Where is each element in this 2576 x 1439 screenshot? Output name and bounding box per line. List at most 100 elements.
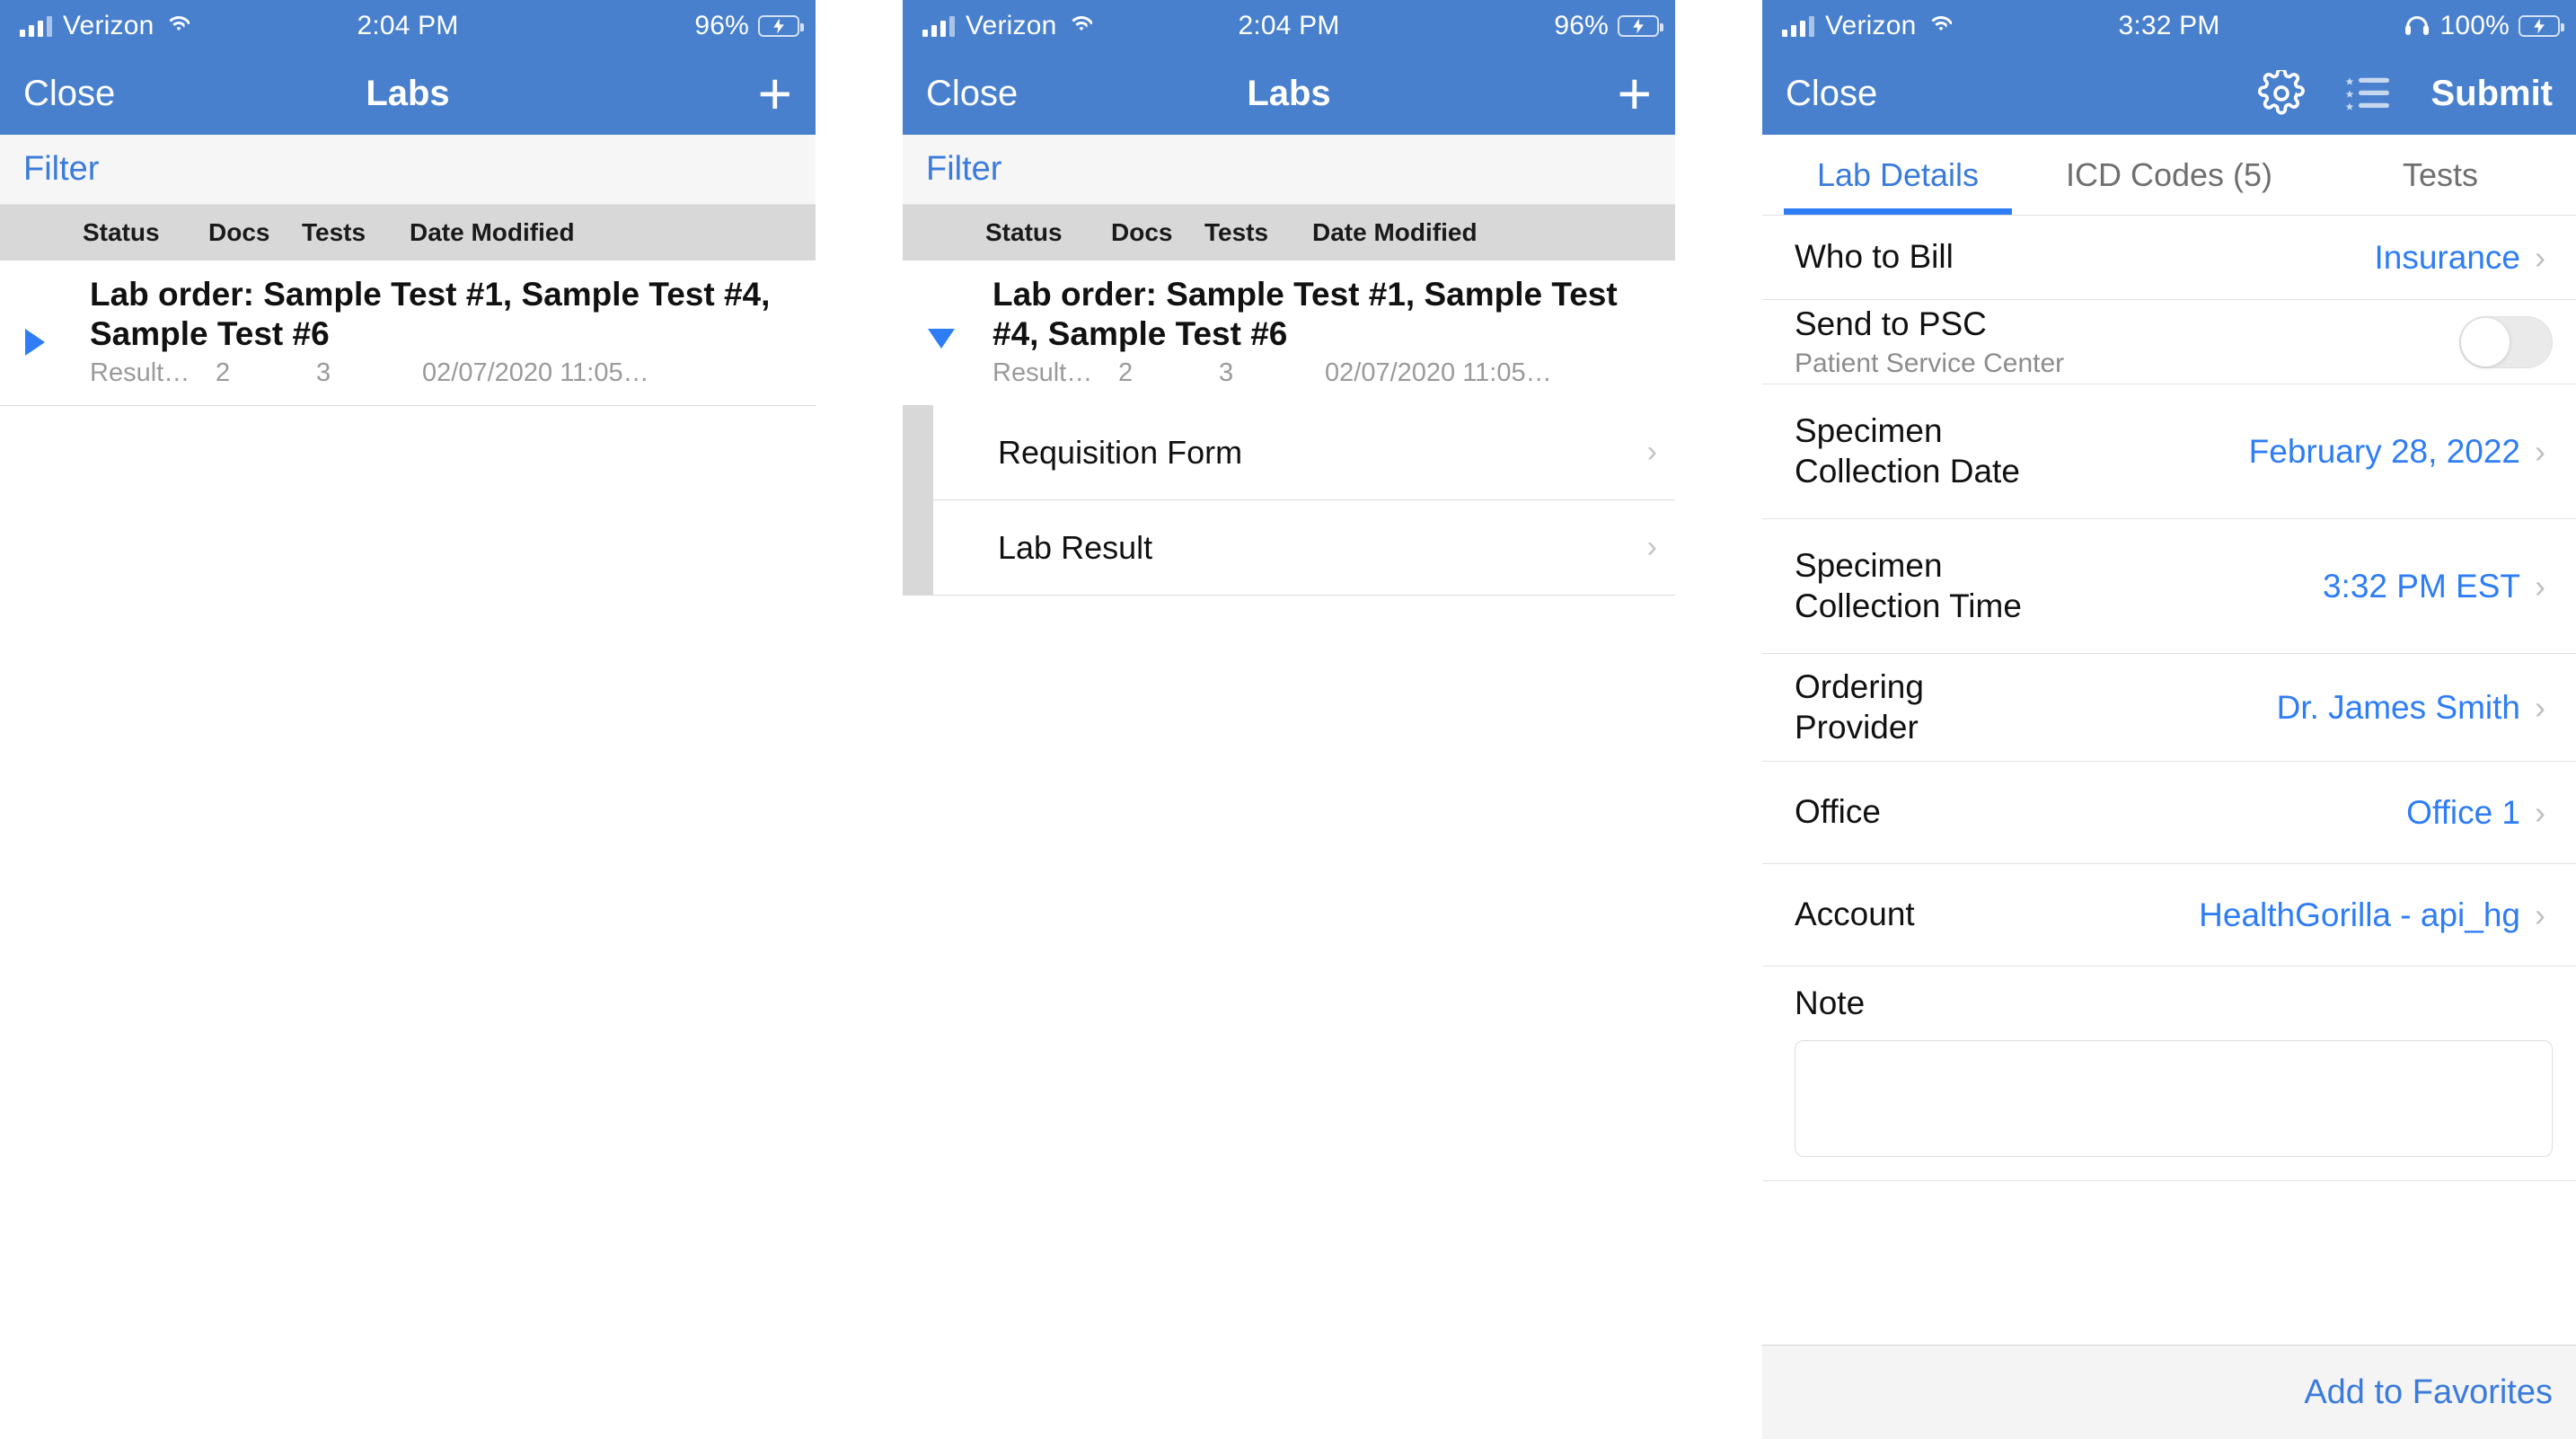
form-label: Send to PSC [1795,305,1987,343]
form-row-specimen-collection-time[interactable]: Specimen Collection Time 3:32 PM EST › [1762,519,2576,654]
battery-charging-icon [758,15,804,37]
form-row-who-to-bill[interactable]: Who to Bill Insurance › [1762,216,2576,300]
column-header-docs: Docs [208,218,270,246]
carrier-label: Verizon [1825,11,1917,40]
form-value: HealthGorilla - api_hg [2199,896,2520,933]
nav-bar: Close Labs + [903,52,1675,135]
form-value: 3:32 PM EST [2322,567,2520,605]
filter-bar[interactable]: Filter [0,135,816,205]
form-row-office[interactable]: Office Office 1 › [1762,762,2576,864]
nav-bar-right: + [757,64,792,123]
cell-tests: 3 [1219,358,1234,388]
filter-button[interactable]: Filter [926,150,1001,189]
carrier-label: Verizon [966,11,1057,40]
table-header: Status Docs Tests Date Modified [903,205,1675,260]
caret-down-icon[interactable] [928,329,955,349]
panel-labs-expanded: Verizon 2:04 PM 96% Close Labs + Filter [903,0,1675,1439]
table-row[interactable]: Lab order: Sample Test #1, Sample Test #… [903,260,1675,406]
form-row-account[interactable]: Account HealthGorilla - api_hg › [1762,864,2576,967]
cellular-bars-icon [20,15,52,37]
toggle-knob [2461,317,2510,366]
form-sublabel: Patient Service Center [1795,348,2065,378]
panel-lab-details: Verizon 3:32 PM 100% Close Submit Lab De… [1762,0,2576,1439]
form-row-ordering-provider[interactable]: Ordering Provider Dr. James Smith › [1762,654,2576,762]
cell-status: Result… [992,358,1093,388]
plus-icon[interactable]: + [1617,64,1652,123]
panel-labs-collapsed: Verizon 2:04 PM 96% Close Labs + Filter [0,0,816,1439]
status-bar: Verizon 2:04 PM 96% [0,0,816,52]
column-header-status: Status [83,218,160,246]
star-list-icon[interactable] [2344,73,2391,114]
bolt-icon [1633,18,1644,34]
form-label: Who to Bill [1795,238,1954,276]
gear-icon[interactable] [2258,70,2306,117]
lab-order-meta: Result… 2 3 02/07/2020 11:05… [90,358,816,393]
cellular-bars-icon [1782,15,1814,37]
tab-icd-codes[interactable]: ICD Codes (5) [2033,135,2305,215]
nav-bar: Close Labs + [0,52,816,135]
status-bar: Verizon 3:32 PM 100% [1762,0,2576,52]
close-button[interactable]: Close [1786,74,1877,114]
status-bar-right: 100% [2405,11,2564,41]
column-header-docs: Docs [1111,218,1173,246]
caret-right-icon[interactable] [25,329,45,356]
form-row-specimen-collection-date[interactable]: Specimen Collection Date February 28, 20… [1762,384,2576,519]
send-to-psc-toggle[interactable] [2459,315,2553,368]
column-header-status: Status [985,218,1063,246]
battery-charging-icon [2519,15,2564,37]
lab-order-title: Lab order: Sample Test #1, Sample Test #… [992,276,1618,352]
table-row[interactable]: Lab order: Sample Test #1, Sample Test #… [0,260,816,407]
column-header-date-modified: Date Modified [410,218,575,246]
tab-lab-details[interactable]: Lab Details [1762,135,2033,215]
sub-item-label: Requisition Form [998,433,1243,471]
submit-button[interactable]: Submit [2430,74,2553,114]
status-bar-left: Verizon [0,11,193,41]
cell-date-modified: 02/07/2020 11:05… [1325,358,1552,388]
nav-bar-right: Submit [2258,70,2553,117]
filter-bar[interactable]: Filter [903,135,1675,205]
cell-docs: 2 [216,358,231,388]
chevron-right-icon: › [1646,435,1657,470]
bolt-icon [773,18,784,34]
close-button[interactable]: Close [926,74,1018,114]
tab-label: Lab Details [1816,155,1980,193]
plus-icon[interactable]: + [757,64,792,123]
column-header-date-modified: Date Modified [1312,218,1478,246]
nav-bar-right: + [1617,64,1652,123]
battery-charging-icon [1618,15,1663,37]
cellular-bars-icon [922,15,955,37]
list-item[interactable]: Requisition Form › [933,405,1675,501]
table-header: Status Docs Tests Date Modified [0,205,816,260]
form-label: Ordering Provider [1795,668,1924,746]
add-to-favorites-button[interactable]: Add to Favorites [2304,1373,2553,1412]
form-row-send-to-psc[interactable]: Send to PSC Patient Service Center [1762,300,2576,384]
status-bar-left: Verizon [1762,11,1955,41]
chevron-right-icon: › [2535,567,2545,605]
cell-date-modified: 02/07/2020 11:05… [422,358,649,388]
nav-bar: Close Submit [1762,52,2576,135]
cell-tests: 3 [316,358,331,388]
form-value: February 28, 2022 [2248,432,2520,470]
list-item[interactable]: Lab Result › [933,500,1675,596]
sub-item-label: Lab Result [998,528,1153,566]
form-label: Account [1795,896,1915,933]
form-label: Office [1795,793,1881,831]
form-label: Specimen Collection Time [1795,547,2022,624]
tab-tests[interactable]: Tests [2305,135,2576,215]
filter-button[interactable]: Filter [23,150,99,189]
tab-label: ICD Codes (5) [2065,155,2273,193]
form-label: Specimen Collection Date [1795,412,2020,490]
column-header-tests: Tests [302,218,366,246]
note-input[interactable] [1795,1040,2553,1157]
column-header-tests: Tests [1204,218,1269,246]
status-bar-right: 96% [1554,11,1663,41]
status-bar-right: 96% [694,11,804,41]
expanded-indent-bar [903,405,933,596]
chevron-right-icon: › [1646,530,1657,565]
close-button[interactable]: Close [23,74,115,114]
note-label: Note [1795,984,1866,1021]
chevron-right-icon: › [2535,793,2545,831]
page-title: Labs [366,73,450,113]
form-value: Insurance [2374,238,2521,276]
lab-order-title: Lab order: Sample Test #1, Sample Test #… [90,276,771,352]
